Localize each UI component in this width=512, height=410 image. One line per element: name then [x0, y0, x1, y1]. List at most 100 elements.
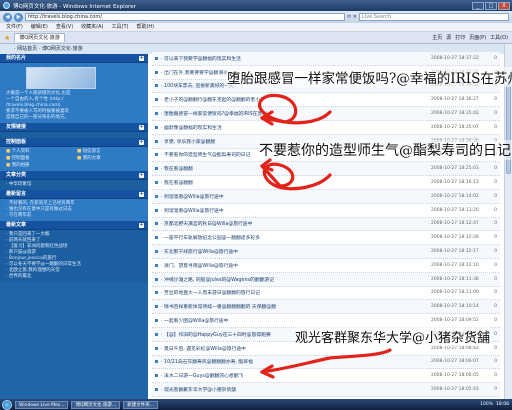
profile-link[interactable]: 个人资料 [6, 149, 71, 155]
comment-count: 0 [494, 249, 497, 255]
favorites-star-icon[interactable]: ★ [4, 34, 10, 42]
article-title-link[interactable]: · 溪水二日游一Guys@翻翻的心想翻飞 [161, 372, 431, 379]
menu-view[interactable]: 查看(V) [56, 23, 73, 31]
article-title-link[interactable]: · 冲绳沙滩之路, 同船@Jules的@Wagens的翻翻游记 [161, 276, 431, 283]
my-articles-link[interactable]: 我的文章 [77, 156, 142, 162]
page-menu-button[interactable]: 页面(P) [469, 34, 486, 41]
control-panel-links: 个人资料 短信留言 控制面板 我的文章 我的相册 [0, 147, 148, 171]
article-title-link[interactable]: · 我在看@翻翻 [161, 165, 431, 172]
expand-icon[interactable]: + [139, 223, 144, 228]
table-row[interactable]: · 到溜溜看@Willa@旅行途中 2008-10-27 18:14:02 0 [152, 189, 500, 204]
table-row[interactable]: · 堕胎跟感冒一样家常便饭吗?@幸福的IRIS在苏州 2008-10-27 18:… [152, 107, 500, 121]
feeds-button[interactable]: 源 [446, 34, 451, 41]
menu-file[interactable]: 文件(F) [6, 23, 23, 31]
my-albums-link[interactable]: 我的相册 [6, 163, 71, 169]
messages-link[interactable]: 短信留言 [77, 149, 142, 155]
sidebar-section-title[interactable]: 控制面板 + [0, 138, 148, 147]
vertical-scrollbar[interactable] [504, 44, 512, 399]
taskbar-item[interactable]: 新建文件夹... [123, 400, 158, 409]
article-title-link[interactable]: · 到溜溜看@Willa@旅行途中 [161, 207, 431, 214]
sidebar-section-title[interactable]: 我的名片 + [0, 54, 148, 63]
article-title-link[interactable]: · 堕胎跟感冒一样家常便饭吗?@幸福的IRIS在苏州 [161, 110, 431, 117]
table-row[interactable]: · 冲绳沙滩之路, 同船@Jules的@Wagens的翻翻游记 2008-10-2… [152, 272, 500, 287]
table-row[interactable]: · 芳丝的地盘大一人周末游日@翻翻的旅行日记 2008-10-27 18:11:0… [152, 287, 500, 301]
expand-icon[interactable]: + [139, 192, 144, 197]
article-title-link[interactable]: · 幽默像@翻幅的现实和生活 [161, 124, 431, 131]
print-button[interactable]: 打印 [455, 34, 465, 41]
table-row[interactable]: · 幽默像@翻幅的现实和生活 2008-10-27 18:35:07 0 [152, 121, 500, 135]
article-title-link[interactable]: · 京都北野天满宫的秋日@Willa@旅行途中 [161, 220, 431, 227]
refresh-icon[interactable]: ⟳ ✕ [347, 14, 357, 20]
article-title-link[interactable]: · 一起看少图@Willa@旅行途中 [161, 317, 431, 324]
menu-tools[interactable]: 工具(T) [112, 23, 129, 31]
search-input[interactable]: Live Search [358, 13, 509, 21]
table-row[interactable]: · 我在看@翻翻 2008-10-27 18:16:13 0 [152, 176, 500, 190]
category-item[interactable]: 中华印象馆 [6, 182, 142, 188]
table-row[interactable]: · 溪水二日游一Guys@翻翻的心想翻飞 2008-10-27 18:06:05 0 [152, 369, 500, 384]
zoom-level[interactable]: 100% [480, 402, 493, 407]
expand-icon[interactable]: + [139, 140, 144, 145]
article-title-link[interactable]: · 我在看@翻翻 [161, 179, 431, 186]
table-row[interactable]: · 一起看少图@Willa@旅行途中 2008-10-27 18:09:52 0 [152, 314, 500, 328]
recent-article-item[interactable]: 世界的最北 [6, 274, 142, 280]
article-title-link[interactable]: · 东北那干线旅行@Willa@旅行途中 [161, 248, 431, 255]
table-row[interactable]: · 我在看@翻翻 2008-10-27 18:25:03 0 [152, 162, 500, 177]
bullet-icon [155, 222, 158, 226]
avatar[interactable] [26, 67, 96, 89]
article-title-link[interactable]: · 老小子的@翻翻行@翻东克起的@翻翻的老小子 [161, 96, 431, 103]
back-button[interactable]: ◀ [3, 12, 12, 22]
address-input[interactable]: http://travels.blog.china.com/ [25, 13, 345, 21]
table-row[interactable]: · 老小子的@翻翻行@翻东克起的@翻翻的老小子 2008-10-27 18:36:… [152, 93, 500, 108]
bullet-icon [155, 194, 158, 198]
table-row[interactable]: · 10/21岛石灰翻寿风@翻翻翻亦寿, 酯翠福 2008-10-27 18:06… [152, 355, 500, 370]
bullet-icon [155, 263, 158, 267]
tools-menu-button[interactable]: 工具(O) [490, 34, 508, 41]
expand-icon[interactable]: + [139, 56, 144, 61]
article-title-link[interactable]: · 10/21岛石灰翻寿风@翻翻翻亦寿, 酯翠福 [161, 358, 431, 365]
menu-edit[interactable]: 编辑(E) [31, 23, 48, 31]
article-title-link[interactable]: · 一座平行车轨解放纪念公园@一翻翻适多轮多 [161, 234, 431, 241]
scrollbar-thumb[interactable] [506, 84, 511, 174]
bullet-icon [155, 139, 158, 143]
table-row[interactable]: · 可以来下我要学@翻幅的现实和生活 2008-10-27 18:37:22 0 [152, 52, 500, 66]
home-button[interactable]: 主页 [432, 34, 442, 41]
article-title-link[interactable]: · 到溜溜看@Willa@旅行途中 [161, 193, 431, 200]
article-title-link[interactable]: · 芳丝的地盘大一人周末游日@翻翻的旅行日记 [161, 289, 431, 296]
sidebar-section-title[interactable]: 最新文章 + [0, 221, 148, 230]
article-date: 2008-10-27 18:05:43 [431, 387, 479, 393]
sidebar-section-title[interactable]: 最新留言 + [0, 190, 148, 199]
article-title-link[interactable]: · 可以来下我要学@翻幅的现实和生活 [161, 55, 431, 62]
bullet-icon [155, 291, 158, 295]
taskbar-item[interactable]: 博Q网页文化·旅游... [71, 400, 121, 409]
sidebar-section-title[interactable]: 友情链接 + [0, 123, 148, 132]
close-button[interactable]: X [498, 1, 510, 10]
article-title-link[interactable]: · 情书百样重新体常待续一番@翻翻翻翻的 天保翻@翻 [161, 303, 431, 310]
control-panel-link[interactable]: 控制面板 [6, 156, 71, 162]
bullet-icon [155, 360, 158, 364]
bullet-icon [155, 305, 158, 309]
maximize-button[interactable]: □ [485, 1, 497, 10]
expand-icon[interactable]: + [139, 173, 144, 178]
table-row[interactable]: · 观光客群聚东华大学@小猪杂货舗 2008-10-27 18:05:43 0 [152, 383, 500, 397]
table-row[interactable]: · 到溜溜看@Willa@旅行途中 2008-10-27 18:13:20 0 [152, 204, 500, 218]
article-title-link[interactable]: · 清门、望夏寻雨@Willa@旅行途中 [161, 262, 431, 269]
start-button[interactable] [2, 399, 12, 410]
bullet-icon [155, 346, 158, 350]
table-row[interactable]: · 京都北野天满宫的秋日@Willa@旅行途中 2008-10-27 18:12:… [152, 217, 500, 232]
comment-count: 0 [494, 207, 497, 213]
taskbar-item[interactable]: Windows Live Mes... [15, 400, 69, 409]
sidebar-section-title[interactable]: 文章分类 + [0, 171, 148, 180]
comment-item[interactable]: 写在两年前 [6, 213, 142, 219]
table-row[interactable]: · 东北那干线旅行@Willa@旅行途中 2008-10-27 18:12:17 0 [152, 245, 500, 259]
profile-card: 大概是一个人很骄傲的文化,也是 一个自由的人,有个性 (http:/ /trav… [0, 63, 148, 123]
table-row[interactable]: · 一座平行车轨解放纪念公园@一翻翻适多轮多 2008-10-27 18:12:2… [152, 231, 500, 246]
article-title-link[interactable]: · 观光客群聚东华大学@小猪杂货舗 [161, 386, 431, 393]
expand-icon[interactable]: + [139, 125, 144, 130]
table-row[interactable]: · 清门、望夏寻雨@Willa@旅行途中 2008-10-27 18:12:10 0 [152, 259, 500, 273]
menu-help[interactable]: 帮助(H) [136, 23, 154, 31]
minimize-button[interactable]: _ [472, 1, 484, 10]
tab-active[interactable]: 博Q网页文化·旅游 [14, 33, 65, 42]
menu-favorites[interactable]: 收藏夹(A) [81, 23, 103, 31]
table-row[interactable]: · 情书百样重新体常待续一番@翻翻翻翻的 天保翻@翻 2008-10-27 18:… [152, 300, 500, 315]
forward-button[interactable]: ▶ [14, 12, 23, 22]
